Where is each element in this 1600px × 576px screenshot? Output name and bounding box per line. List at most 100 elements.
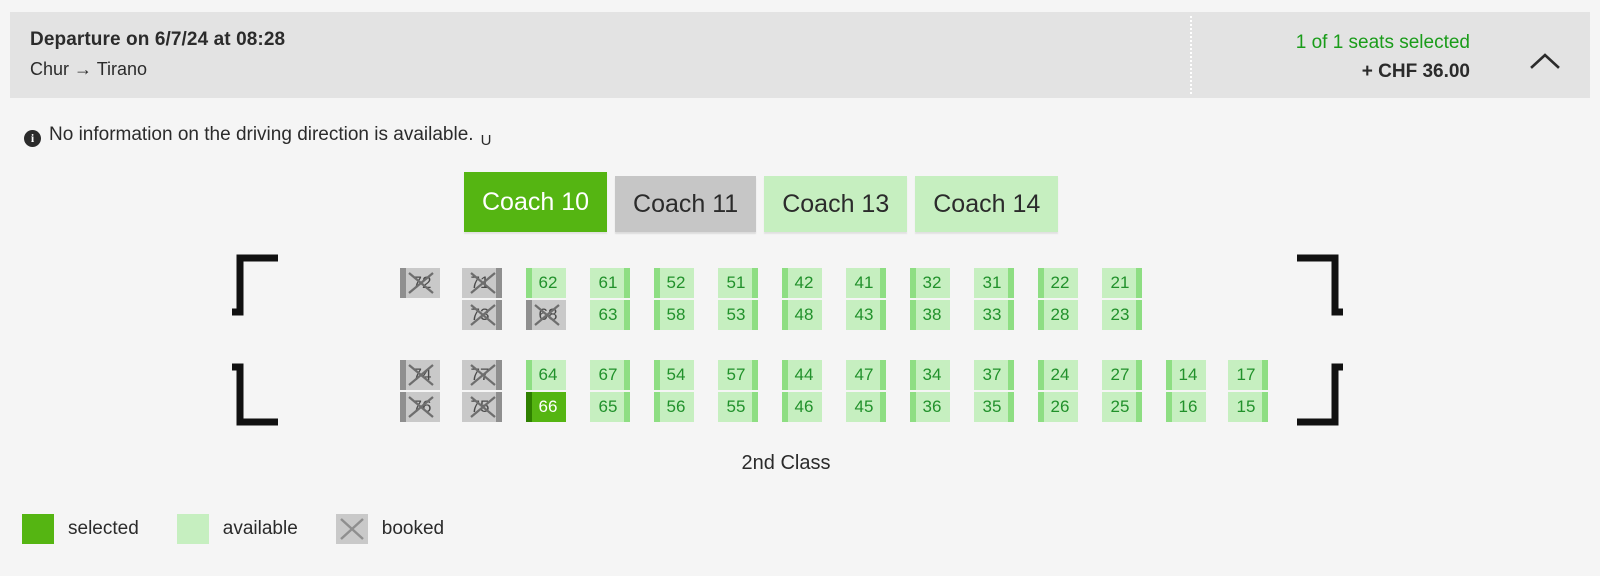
seat-53[interactable]: 53 [718, 300, 758, 330]
seat-number-label: 36 [922, 397, 942, 416]
seat-number-label: 54 [666, 365, 686, 384]
seat-number-label: 21 [1110, 273, 1130, 292]
seat-23[interactable]: 23 [1102, 300, 1142, 330]
seat-67[interactable]: 67 [590, 360, 630, 390]
driving-direction-text: No information on the driving direction … [49, 124, 474, 145]
seat-number-label: 23 [1110, 305, 1130, 324]
departure-title: Departure on 6/7/24 at 08:28 [30, 29, 286, 50]
seat-37[interactable]: 37 [974, 360, 1014, 390]
seat-34[interactable]: 34 [910, 360, 950, 390]
seat-number-label: 47 [854, 365, 874, 384]
seat-56[interactable]: 56 [654, 392, 694, 422]
seat-61[interactable]: 61 [590, 268, 630, 298]
seat-63[interactable]: 63 [590, 300, 630, 330]
price-label: + CHF 36.00 [1361, 61, 1470, 82]
seat-76: 76 [400, 392, 440, 422]
coach-tab-coach-10[interactable]: Coach 10 [464, 172, 608, 232]
door-rear-right [1293, 362, 1343, 426]
coach-tab-list: Coach 10 Coach 11 Coach 13 Coach 14 [464, 172, 1059, 232]
seat-number-label: 51 [726, 273, 746, 292]
seat-45[interactable]: 45 [846, 392, 886, 422]
seat-33[interactable]: 33 [974, 300, 1014, 330]
legend-swatch-booked [335, 514, 368, 544]
header-divider [1190, 16, 1192, 94]
info-circle-icon: i [24, 130, 41, 147]
seat-75: 75 [462, 392, 502, 422]
seat-77: 77 [462, 360, 502, 390]
seat-42[interactable]: 42 [782, 268, 822, 298]
seat-35[interactable]: 35 [974, 392, 1014, 422]
seat-36[interactable]: 36 [910, 392, 950, 422]
seat-71: 71 [462, 268, 502, 298]
seat-14[interactable]: 14 [1166, 360, 1206, 390]
seat-44[interactable]: 44 [782, 360, 822, 390]
seat-16[interactable]: 16 [1166, 392, 1206, 422]
seat-47[interactable]: 47 [846, 360, 886, 390]
seat-43[interactable]: 43 [846, 300, 886, 330]
booked-cross-icon [339, 518, 364, 540]
seat-number-label: 48 [794, 305, 814, 324]
seat-22[interactable]: 22 [1038, 268, 1078, 298]
seat-31[interactable]: 31 [974, 268, 1014, 298]
seat-number-label: 14 [1178, 365, 1198, 384]
seat-legend: selected available booked [22, 514, 482, 544]
seat-number-label: 76 [412, 397, 432, 416]
seat-27[interactable]: 27 [1102, 360, 1142, 390]
chevron-up-icon[interactable] [1528, 50, 1562, 74]
seat-number-label: 27 [1110, 365, 1130, 384]
seat-17[interactable]: 17 [1228, 360, 1268, 390]
seat-58[interactable]: 58 [654, 300, 694, 330]
seat-65[interactable]: 65 [590, 392, 630, 422]
seat-66[interactable]: 66 [526, 392, 566, 422]
selection-summary: 1 of 1 seats selected + CHF 36.00 [1296, 30, 1470, 86]
seat-number-label: 26 [1050, 397, 1070, 416]
seat-number-label: 38 [922, 305, 942, 324]
seat-21[interactable]: 21 [1102, 268, 1142, 298]
seat-73: 73 [462, 300, 502, 330]
seat-54[interactable]: 54 [654, 360, 694, 390]
seat-number-label: 22 [1050, 273, 1070, 292]
seat-26[interactable]: 26 [1038, 392, 1078, 422]
seat-number-label: 44 [794, 365, 814, 384]
legend-label: selected [68, 518, 139, 539]
seat-28[interactable]: 28 [1038, 300, 1078, 330]
seat-74: 74 [400, 360, 440, 390]
seat-number-label: 25 [1110, 397, 1130, 416]
seat-38[interactable]: 38 [910, 300, 950, 330]
coach-tab-coach-14[interactable]: Coach 14 [915, 176, 1059, 232]
coach-tab-coach-11[interactable]: Coach 11 [615, 176, 757, 232]
door-front-left [232, 254, 278, 316]
seat-55[interactable]: 55 [718, 392, 758, 422]
seat-32[interactable]: 32 [910, 268, 950, 298]
seat-62[interactable]: 62 [526, 268, 566, 298]
seat-number-label: 45 [854, 397, 874, 416]
seat-64[interactable]: 64 [526, 360, 566, 390]
seat-41[interactable]: 41 [846, 268, 886, 298]
coach-tab-coach-13[interactable]: Coach 13 [764, 176, 908, 232]
seat-number-label: 56 [666, 397, 686, 416]
legend-label: booked [381, 518, 445, 539]
seat-15[interactable]: 15 [1228, 392, 1268, 422]
seat-number-label: 58 [666, 305, 686, 324]
seat-24[interactable]: 24 [1038, 360, 1078, 390]
seat-number-label: 34 [922, 365, 942, 384]
seat-57[interactable]: 57 [718, 360, 758, 390]
door-rear-left [232, 362, 278, 426]
seat-52[interactable]: 52 [654, 268, 694, 298]
seat-number-label: 37 [982, 365, 1002, 384]
seat-number-label: 64 [538, 365, 558, 384]
seat-number-label: 33 [982, 305, 1002, 324]
seat-number-label: 46 [794, 397, 814, 416]
seat-51[interactable]: 51 [718, 268, 758, 298]
seat-number-label: 66 [538, 397, 558, 416]
seat-number-label: 35 [982, 397, 1002, 416]
seat-number-label: 77 [470, 365, 490, 384]
seat-48[interactable]: 48 [782, 300, 822, 330]
seat-number-label: 67 [598, 365, 618, 384]
legend-swatch-available [176, 514, 209, 544]
seat-number-label: 31 [982, 273, 1002, 292]
legend-item-available: available [176, 514, 298, 544]
seat-number-label: 43 [854, 305, 874, 324]
seat-46[interactable]: 46 [782, 392, 822, 422]
seat-25[interactable]: 25 [1102, 392, 1142, 422]
